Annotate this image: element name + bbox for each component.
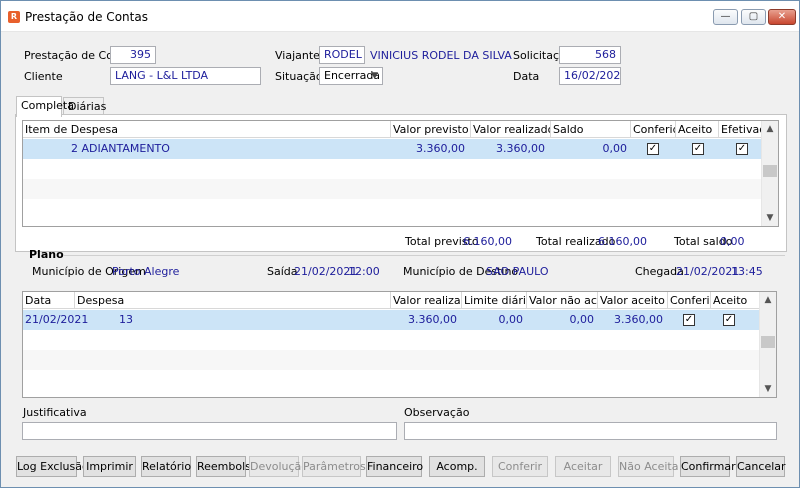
aceitar-button[interactable]: Aceitar bbox=[555, 456, 611, 477]
col-aceito[interactable]: Aceito bbox=[676, 121, 719, 138]
table-row-empty bbox=[23, 330, 761, 350]
chevron-down-icon: ▼ bbox=[371, 71, 378, 81]
cancelar-button[interactable]: Cancelar bbox=[736, 456, 786, 477]
cell-despesa: 13 bbox=[119, 313, 133, 326]
chegada-time: 13:45 bbox=[731, 265, 763, 278]
total-previsto-value: 6.160,00 bbox=[463, 235, 512, 248]
cell-saldo: 0,00 bbox=[602, 142, 628, 155]
viajante-name: VINICIUS RODEL DA SILVA bbox=[370, 49, 512, 62]
chegada-date: 21/02/2021 bbox=[676, 265, 740, 278]
col-conferido[interactable]: Conferido bbox=[668, 292, 711, 309]
daily-scrollbar[interactable]: ▲ ▼ bbox=[759, 292, 776, 397]
devolucao-button[interactable]: Devolução bbox=[249, 456, 308, 477]
confirmar-button[interactable]: Confirmar bbox=[680, 456, 736, 477]
table-row-empty bbox=[23, 350, 761, 370]
table-row-empty bbox=[23, 370, 761, 390]
scroll-thumb[interactable] bbox=[763, 165, 777, 177]
conferido-checkbox[interactable]: ✓ bbox=[647, 143, 659, 155]
conferir-button[interactable]: Conferir bbox=[492, 456, 548, 477]
col-valor-previsto[interactable]: Valor previsto bbox=[391, 121, 471, 138]
cell-nao-aceito: 0,00 bbox=[569, 313, 595, 326]
log-exclusao-button[interactable]: Log Exclusão bbox=[16, 456, 89, 477]
cell-realizado: 3.360,00 bbox=[408, 313, 457, 326]
situacao-select[interactable]: Encerrada ▼ bbox=[319, 67, 383, 85]
daily-grid[interactable]: Data Despesa Valor realizado Limite diár… bbox=[22, 291, 777, 398]
relatorio-button[interactable]: Relatório bbox=[141, 456, 191, 477]
scroll-down-icon[interactable]: ▼ bbox=[760, 381, 776, 397]
maximize-button[interactable]: ▢ bbox=[741, 9, 766, 25]
col-despesa[interactable]: Despesa bbox=[75, 292, 391, 309]
col-valor-aceito[interactable]: Valor aceito bbox=[598, 292, 668, 309]
title-bar[interactable]: R Prestação de Contas — ▢ ✕ bbox=[1, 1, 799, 32]
efetivado-checkbox[interactable]: ✓ bbox=[736, 143, 748, 155]
imprimir-button[interactable]: Imprimir bbox=[83, 456, 136, 477]
plano-divider bbox=[63, 255, 785, 256]
minimize-button[interactable]: — bbox=[713, 9, 738, 25]
close-button[interactable]: ✕ bbox=[768, 9, 796, 25]
table-row-empty bbox=[23, 159, 763, 179]
viajante-label: Viajante bbox=[275, 49, 320, 62]
expenses-grid[interactable]: Item de Despesa Valor previsto Valor rea… bbox=[22, 120, 779, 227]
expenses-scrollbar[interactable]: ▲ ▼ bbox=[761, 121, 778, 226]
origem-value: Porto Alegre bbox=[112, 265, 180, 278]
scroll-thumb[interactable] bbox=[761, 336, 775, 348]
justificativa-label: Justificativa bbox=[23, 406, 87, 419]
cell-item: 2 ADIANTAMENTO bbox=[71, 142, 170, 155]
cell-data: 21/02/2021 bbox=[25, 313, 89, 326]
col-data[interactable]: Data bbox=[23, 292, 75, 309]
prestacao-field[interactable]: 395 bbox=[110, 46, 156, 64]
col-aceito[interactable]: Aceito bbox=[711, 292, 761, 309]
cliente-field[interactable]: LANG - L&L LTDA bbox=[110, 67, 261, 85]
col-valor-nao-aceito[interactable]: Valor não aceito bbox=[527, 292, 598, 309]
solicitacao-field[interactable]: 568 bbox=[559, 46, 621, 64]
cell-previsto: 3.360,00 bbox=[416, 142, 465, 155]
expenses-grid-header: Item de Despesa Valor previsto Valor rea… bbox=[23, 121, 763, 138]
observacao-label: Observação bbox=[404, 406, 470, 419]
cell-limite: 0,00 bbox=[498, 313, 524, 326]
scroll-down-icon[interactable]: ▼ bbox=[762, 210, 778, 226]
situacao-label: Situação bbox=[275, 70, 323, 83]
aceito-checkbox[interactable]: ✓ bbox=[692, 143, 704, 155]
table-row-empty bbox=[23, 199, 763, 219]
window-title: Prestação de Contas bbox=[25, 10, 148, 24]
prestacao-window: R Prestação de Contas — ▢ ✕ Prestação de… bbox=[0, 0, 800, 488]
nao-aceita-button[interactable]: Não Aceita bbox=[618, 456, 678, 477]
data-field[interactable]: 16/02/2021 bbox=[559, 67, 621, 85]
table-row[interactable]: 2 ADIANTAMENTO 3.360,00 3.360,00 0,00 ✓ … bbox=[23, 139, 763, 159]
reembolso-button[interactable]: Reembolso bbox=[196, 456, 258, 477]
data-label: Data bbox=[513, 70, 540, 83]
table-row-empty bbox=[23, 179, 763, 199]
acomp-button[interactable]: Acomp. bbox=[429, 456, 485, 477]
aceito-checkbox[interactable]: ✓ bbox=[723, 314, 735, 326]
daily-grid-header: Data Despesa Valor realizado Limite diár… bbox=[23, 292, 761, 309]
plano-title: Plano bbox=[29, 248, 64, 261]
total-saldo-value: 0,00 bbox=[720, 235, 745, 248]
col-item-despesa[interactable]: Item de Despesa bbox=[23, 121, 391, 138]
tab-panel-completa: Item de Despesa Valor previsto Valor rea… bbox=[15, 114, 787, 252]
total-realizado-value: 6.160,00 bbox=[598, 235, 647, 248]
col-limite-diario[interactable]: Limite diário bbox=[462, 292, 527, 309]
table-row[interactable]: 21/02/2021 13 3.360,00 0,00 0,00 3.360,0… bbox=[23, 310, 761, 330]
scroll-up-icon[interactable]: ▲ bbox=[760, 292, 776, 308]
financeiro-button[interactable]: Financeiro bbox=[366, 456, 423, 477]
tab-completa[interactable]: Completa bbox=[16, 96, 74, 117]
col-saldo[interactable]: Saldo bbox=[551, 121, 631, 138]
parametros-button[interactable]: Parâmetros bbox=[302, 456, 366, 477]
cliente-label: Cliente bbox=[24, 70, 63, 83]
col-efetivado[interactable]: Efetivado bbox=[719, 121, 763, 138]
conferido-checkbox[interactable]: ✓ bbox=[683, 314, 695, 326]
scroll-up-icon[interactable]: ▲ bbox=[762, 121, 778, 137]
cell-aceito-valor: 3.360,00 bbox=[614, 313, 663, 326]
observacao-input[interactable] bbox=[404, 422, 777, 440]
app-icon: R bbox=[8, 11, 20, 23]
col-valor-realizado[interactable]: Valor realizado bbox=[471, 121, 551, 138]
col-valor-realizado[interactable]: Valor realizado bbox=[391, 292, 462, 309]
justificativa-input[interactable] bbox=[22, 422, 397, 440]
col-conferido[interactable]: Conferido bbox=[631, 121, 676, 138]
destino-value: SAO PAULO bbox=[486, 265, 549, 278]
cell-realizado: 3.360,00 bbox=[496, 142, 545, 155]
viajante-code-field[interactable]: RODEL bbox=[319, 46, 365, 64]
saida-time: 12:00 bbox=[348, 265, 380, 278]
saida-label: Saída bbox=[267, 265, 298, 278]
